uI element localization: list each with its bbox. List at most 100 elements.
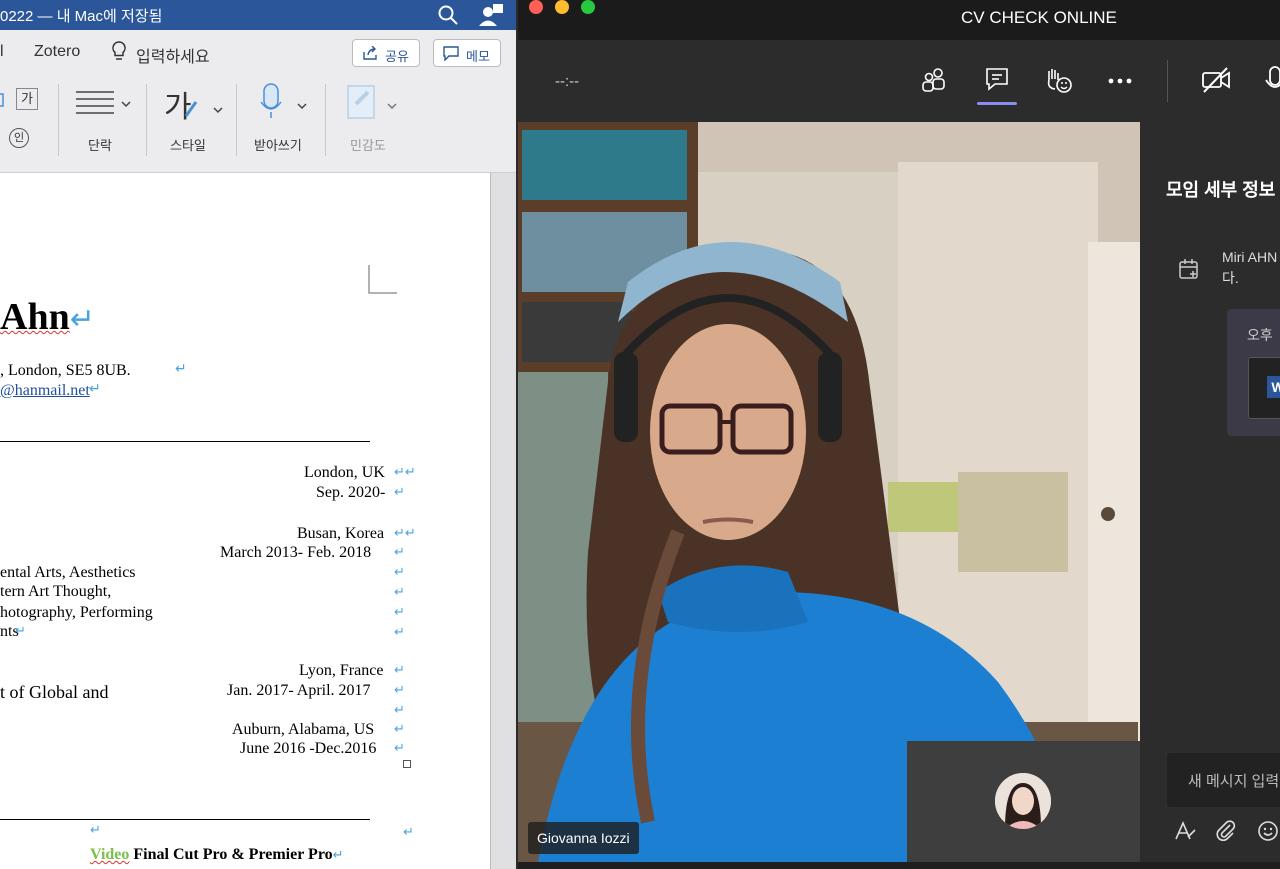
paragraph-mark: ↵ bbox=[394, 544, 405, 559]
chat-icon[interactable] bbox=[982, 64, 1014, 96]
entry-dates: June 2016 -Dec.2016 bbox=[240, 740, 377, 757]
compose-message-box[interactable]: 새 메시지 입력 bbox=[1167, 753, 1280, 807]
paragraph-mark: ↵ bbox=[394, 624, 405, 639]
entry-location: Busan, Korea bbox=[297, 525, 385, 542]
microphone-icon[interactable] bbox=[1262, 64, 1280, 96]
cv-address: , London, SE5 8UB. bbox=[0, 362, 131, 379]
zoom-window-button[interactable] bbox=[581, 0, 595, 14]
document-page[interactable]: Ahn↵ , London, SE5 8UB. ↵ @hanmail.net ↵… bbox=[0, 173, 491, 869]
cv-text-line: hotography, Performing bbox=[0, 604, 153, 621]
styles-button[interactable]: 가 스타일 bbox=[160, 80, 226, 160]
ribbon-divider bbox=[236, 84, 237, 156]
paragraph-mark: ↵↵ bbox=[394, 525, 416, 540]
paragraph-mark: ↵ bbox=[394, 584, 405, 599]
paragraph-mark: ↵ bbox=[394, 484, 405, 499]
comment-icon bbox=[443, 46, 459, 61]
paragraph-button[interactable]: 단락 bbox=[70, 80, 134, 160]
paragraph-icon bbox=[76, 91, 131, 114]
attach-icon[interactable] bbox=[1214, 819, 1238, 843]
paragraph-mark: ↵↵ bbox=[394, 464, 416, 479]
paragraph-mark: ↵ bbox=[394, 682, 405, 697]
share-person-icon[interactable] bbox=[478, 3, 503, 27]
self-view-tile[interactable] bbox=[907, 741, 1140, 862]
meeting-timer: --:-- bbox=[555, 73, 580, 90]
organizer-line: Miri AHN bbox=[1222, 249, 1278, 265]
entry-dates: Jan. 2017- April. 2017 bbox=[227, 682, 371, 699]
paragraph-mark: ↵ bbox=[394, 740, 405, 755]
memo-button[interactable]: 메모 bbox=[433, 39, 501, 67]
styles-label: 스타일 bbox=[170, 138, 206, 153]
lightbulb-icon bbox=[110, 40, 128, 67]
ribbon-divider bbox=[325, 84, 326, 156]
microphone-icon bbox=[260, 83, 307, 118]
cv-text-line: t of Global and bbox=[0, 682, 109, 702]
format-icon[interactable] bbox=[1173, 819, 1197, 843]
tab-zotero[interactable]: Zotero bbox=[34, 43, 80, 61]
enclosed-char-button[interactable]: 인 bbox=[9, 128, 29, 148]
ribbon-divider bbox=[146, 84, 147, 156]
font-group: 가 인 bbox=[0, 80, 44, 160]
card-time: 오후 bbox=[1247, 327, 1273, 343]
font-size-box[interactable]: 가 bbox=[16, 88, 38, 110]
font-color-icon[interactable] bbox=[0, 92, 6, 108]
word-file-attachment[interactable]: W bbox=[1248, 357, 1280, 419]
word-file-icon: W bbox=[1267, 376, 1280, 398]
tab-partial[interactable]: l bbox=[0, 43, 4, 61]
emoji-icon[interactable] bbox=[1256, 819, 1280, 843]
paragraph-mark: ↵ bbox=[90, 822, 101, 837]
anchor-handle[interactable] bbox=[403, 760, 411, 768]
sensitivity-label: 민감도 bbox=[350, 138, 386, 153]
participant-video[interactable]: Giovanna Iozzi bbox=[518, 122, 1140, 862]
paragraph-mark: ↵ bbox=[394, 702, 405, 717]
paragraph-mark: ↵ bbox=[394, 564, 405, 579]
share-icon bbox=[363, 46, 377, 60]
meeting-details-panel: 모임 세부 정보 Miri AHN 다. 오후 W 새 메시지 입력 bbox=[1140, 122, 1280, 862]
teams-meeting-window: CV CHECK ONLINE --:-- Giovanna Iozzi 모임 … bbox=[518, 0, 1280, 869]
share-button[interactable]: 공유 bbox=[352, 39, 420, 67]
brush-icon bbox=[184, 101, 223, 117]
close-window-button[interactable] bbox=[529, 0, 543, 14]
paragraph-mark: ↵ bbox=[332, 847, 344, 862]
calendar-add-icon bbox=[1178, 258, 1200, 280]
paragraph-mark: ↵ bbox=[403, 824, 414, 839]
word-title-bar: 0222 — 내 Mac에 저장됨 bbox=[0, 0, 516, 30]
participant-name-tag: Giovanna Iozzi bbox=[528, 822, 639, 854]
raise-hand-reaction-icon[interactable] bbox=[1043, 64, 1075, 96]
search-icon[interactable] bbox=[436, 3, 460, 27]
avatar bbox=[995, 773, 1051, 829]
active-tab-indicator bbox=[977, 102, 1017, 105]
paragraph-label: 단락 bbox=[88, 138, 112, 153]
ribbon-tabs: l Zotero 입력하세요 공유 메모 bbox=[0, 30, 516, 72]
entry-dates: Sep. 2020- bbox=[316, 484, 386, 501]
cv-name-text: Ahn bbox=[0, 296, 70, 338]
sensitivity-button[interactable]: 민감도 bbox=[344, 80, 404, 160]
entry-location: Auburn, Alabama, US bbox=[232, 721, 375, 738]
section-rule bbox=[0, 441, 370, 442]
entry-location: London, UK bbox=[304, 464, 385, 481]
dictate-label: 받아쓰기 bbox=[254, 138, 302, 153]
participants-icon[interactable] bbox=[918, 64, 950, 96]
skills-line: Video Final Cut Pro & Premier Pro↵ bbox=[90, 846, 344, 864]
more-options-icon[interactable] bbox=[1104, 64, 1136, 96]
entry-dates: March 2013- Feb. 2018 bbox=[220, 544, 372, 561]
cv-email[interactable]: @hanmail.net bbox=[0, 382, 90, 400]
document-canvas[interactable]: Ahn↵ , London, SE5 8UB. ↵ @hanmail.net ↵… bbox=[0, 173, 516, 869]
paragraph-mark: ↵ bbox=[175, 362, 187, 377]
paragraph-mark: ↵ bbox=[89, 382, 101, 397]
camera-off-icon[interactable] bbox=[1200, 64, 1232, 96]
dictate-button[interactable]: 받아쓰기 bbox=[252, 80, 312, 160]
entry-location: Lyon, France bbox=[299, 662, 384, 679]
memo-label: 메모 bbox=[466, 49, 490, 64]
message-card[interactable]: 오후 W bbox=[1227, 309, 1280, 436]
word-window: 0222 — 내 Mac에 저장됨 l Zotero 입력하세요 공유 메모 가… bbox=[0, 0, 516, 869]
tell-me-input[interactable]: 입력하세요 bbox=[136, 43, 210, 67]
minimize-window-button[interactable] bbox=[555, 0, 569, 14]
share-label: 공유 bbox=[385, 49, 409, 64]
paragraph-mark: ↵ bbox=[15, 623, 26, 638]
cv-name: Ahn↵ bbox=[0, 295, 95, 339]
cv-text-line: ental Arts, Aesthetics bbox=[0, 564, 136, 581]
section-rule bbox=[0, 819, 370, 820]
sensitivity-icon bbox=[347, 85, 397, 119]
cv-text-line: tern Art Thought, bbox=[0, 583, 112, 600]
skills-label: Video bbox=[90, 846, 130, 863]
